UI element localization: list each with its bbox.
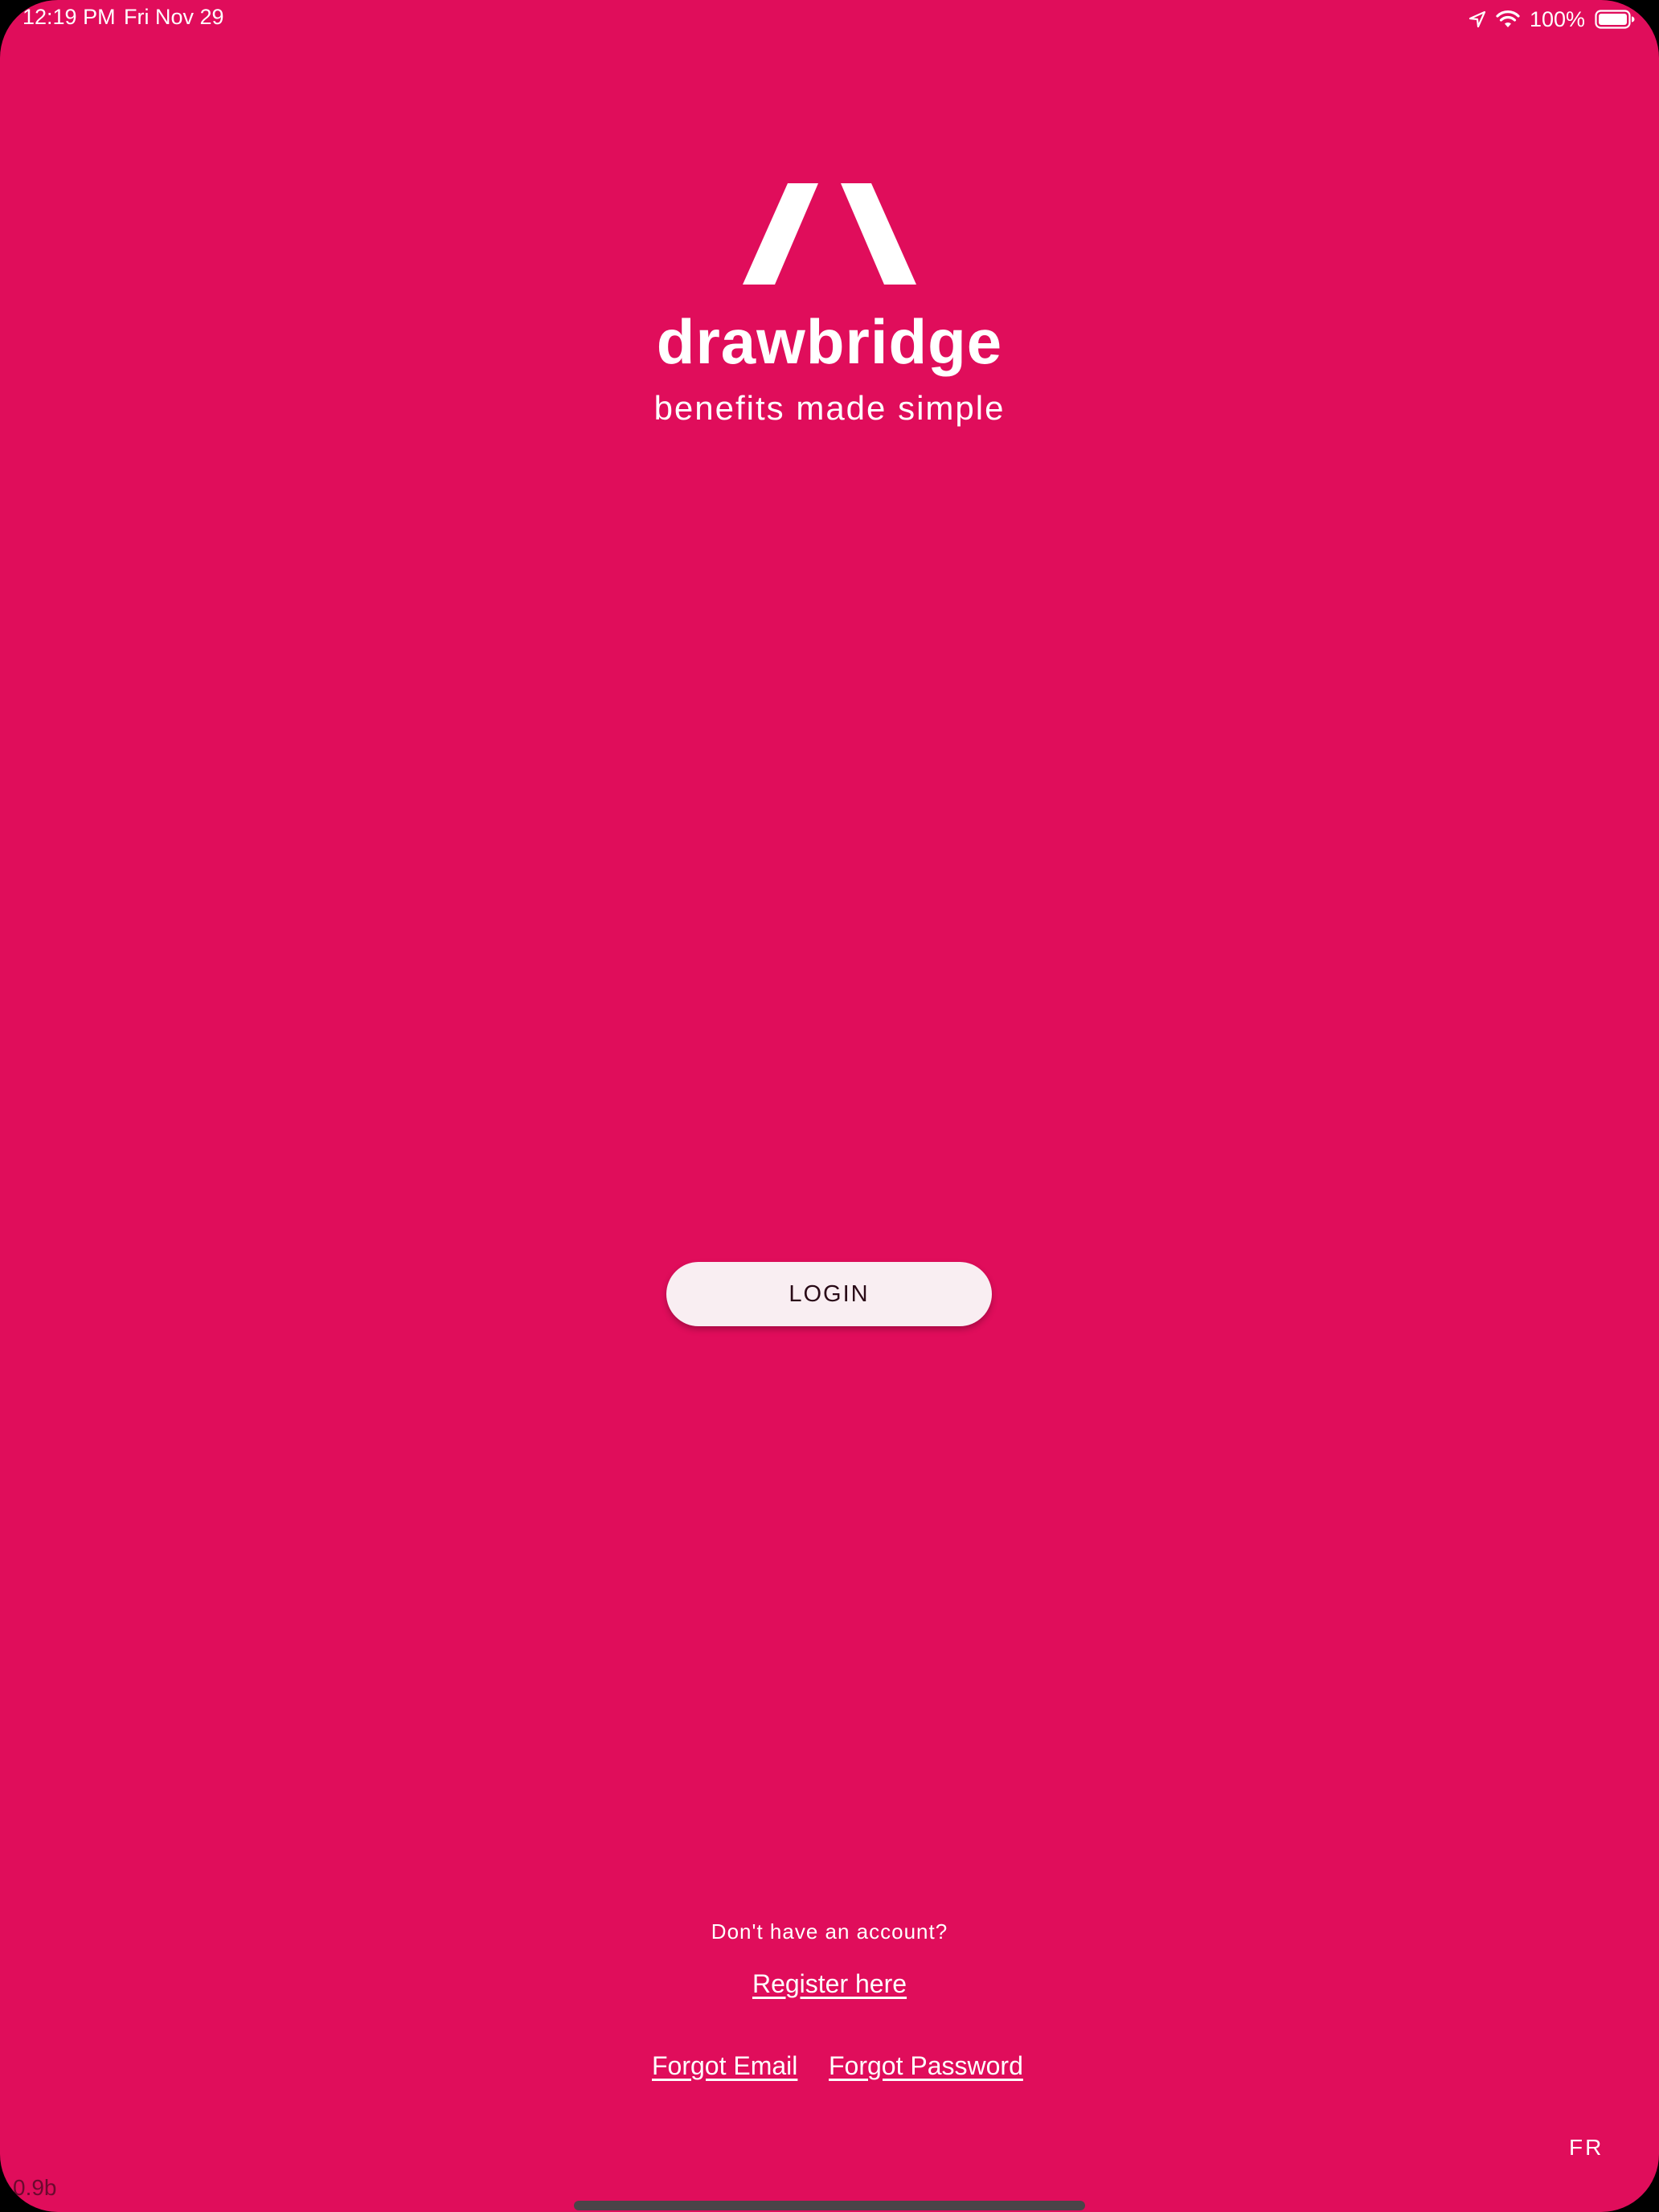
drawbridge-logo-icon bbox=[743, 183, 916, 285]
status-indicators: 100% bbox=[1469, 5, 1635, 34]
no-account-prompt: Don't have an account? bbox=[711, 1919, 948, 1944]
status-bar: 12:19 PM Fri Nov 29 100% bbox=[0, 0, 1659, 40]
version-label: 0.9b bbox=[13, 2175, 57, 2200]
battery-icon bbox=[1595, 10, 1635, 29]
language-toggle[interactable]: FR bbox=[1569, 2135, 1604, 2161]
login-button[interactable]: LOGIN bbox=[666, 1262, 992, 1326]
login-screen: 12:19 PM Fri Nov 29 100% drawbridge bene… bbox=[0, 0, 1659, 2212]
register-link[interactable]: Register here bbox=[752, 1969, 907, 1998]
forgot-email-link[interactable]: Forgot Email bbox=[652, 2051, 797, 2081]
brand-tagline: benefits made simple bbox=[653, 389, 1006, 427]
location-arrow-icon bbox=[1469, 10, 1486, 28]
register-link-row: Register here bbox=[0, 1969, 1659, 1999]
brand-name: drawbridge bbox=[656, 306, 1003, 377]
home-indicator[interactable] bbox=[574, 2201, 1085, 2210]
status-date: Fri Nov 29 bbox=[124, 5, 224, 29]
forgot-password-link[interactable]: Forgot Password bbox=[829, 2051, 1023, 2081]
status-time: 12:19 PM bbox=[23, 5, 116, 29]
wifi-icon bbox=[1496, 10, 1520, 29]
battery-percent: 100% bbox=[1529, 6, 1585, 31]
